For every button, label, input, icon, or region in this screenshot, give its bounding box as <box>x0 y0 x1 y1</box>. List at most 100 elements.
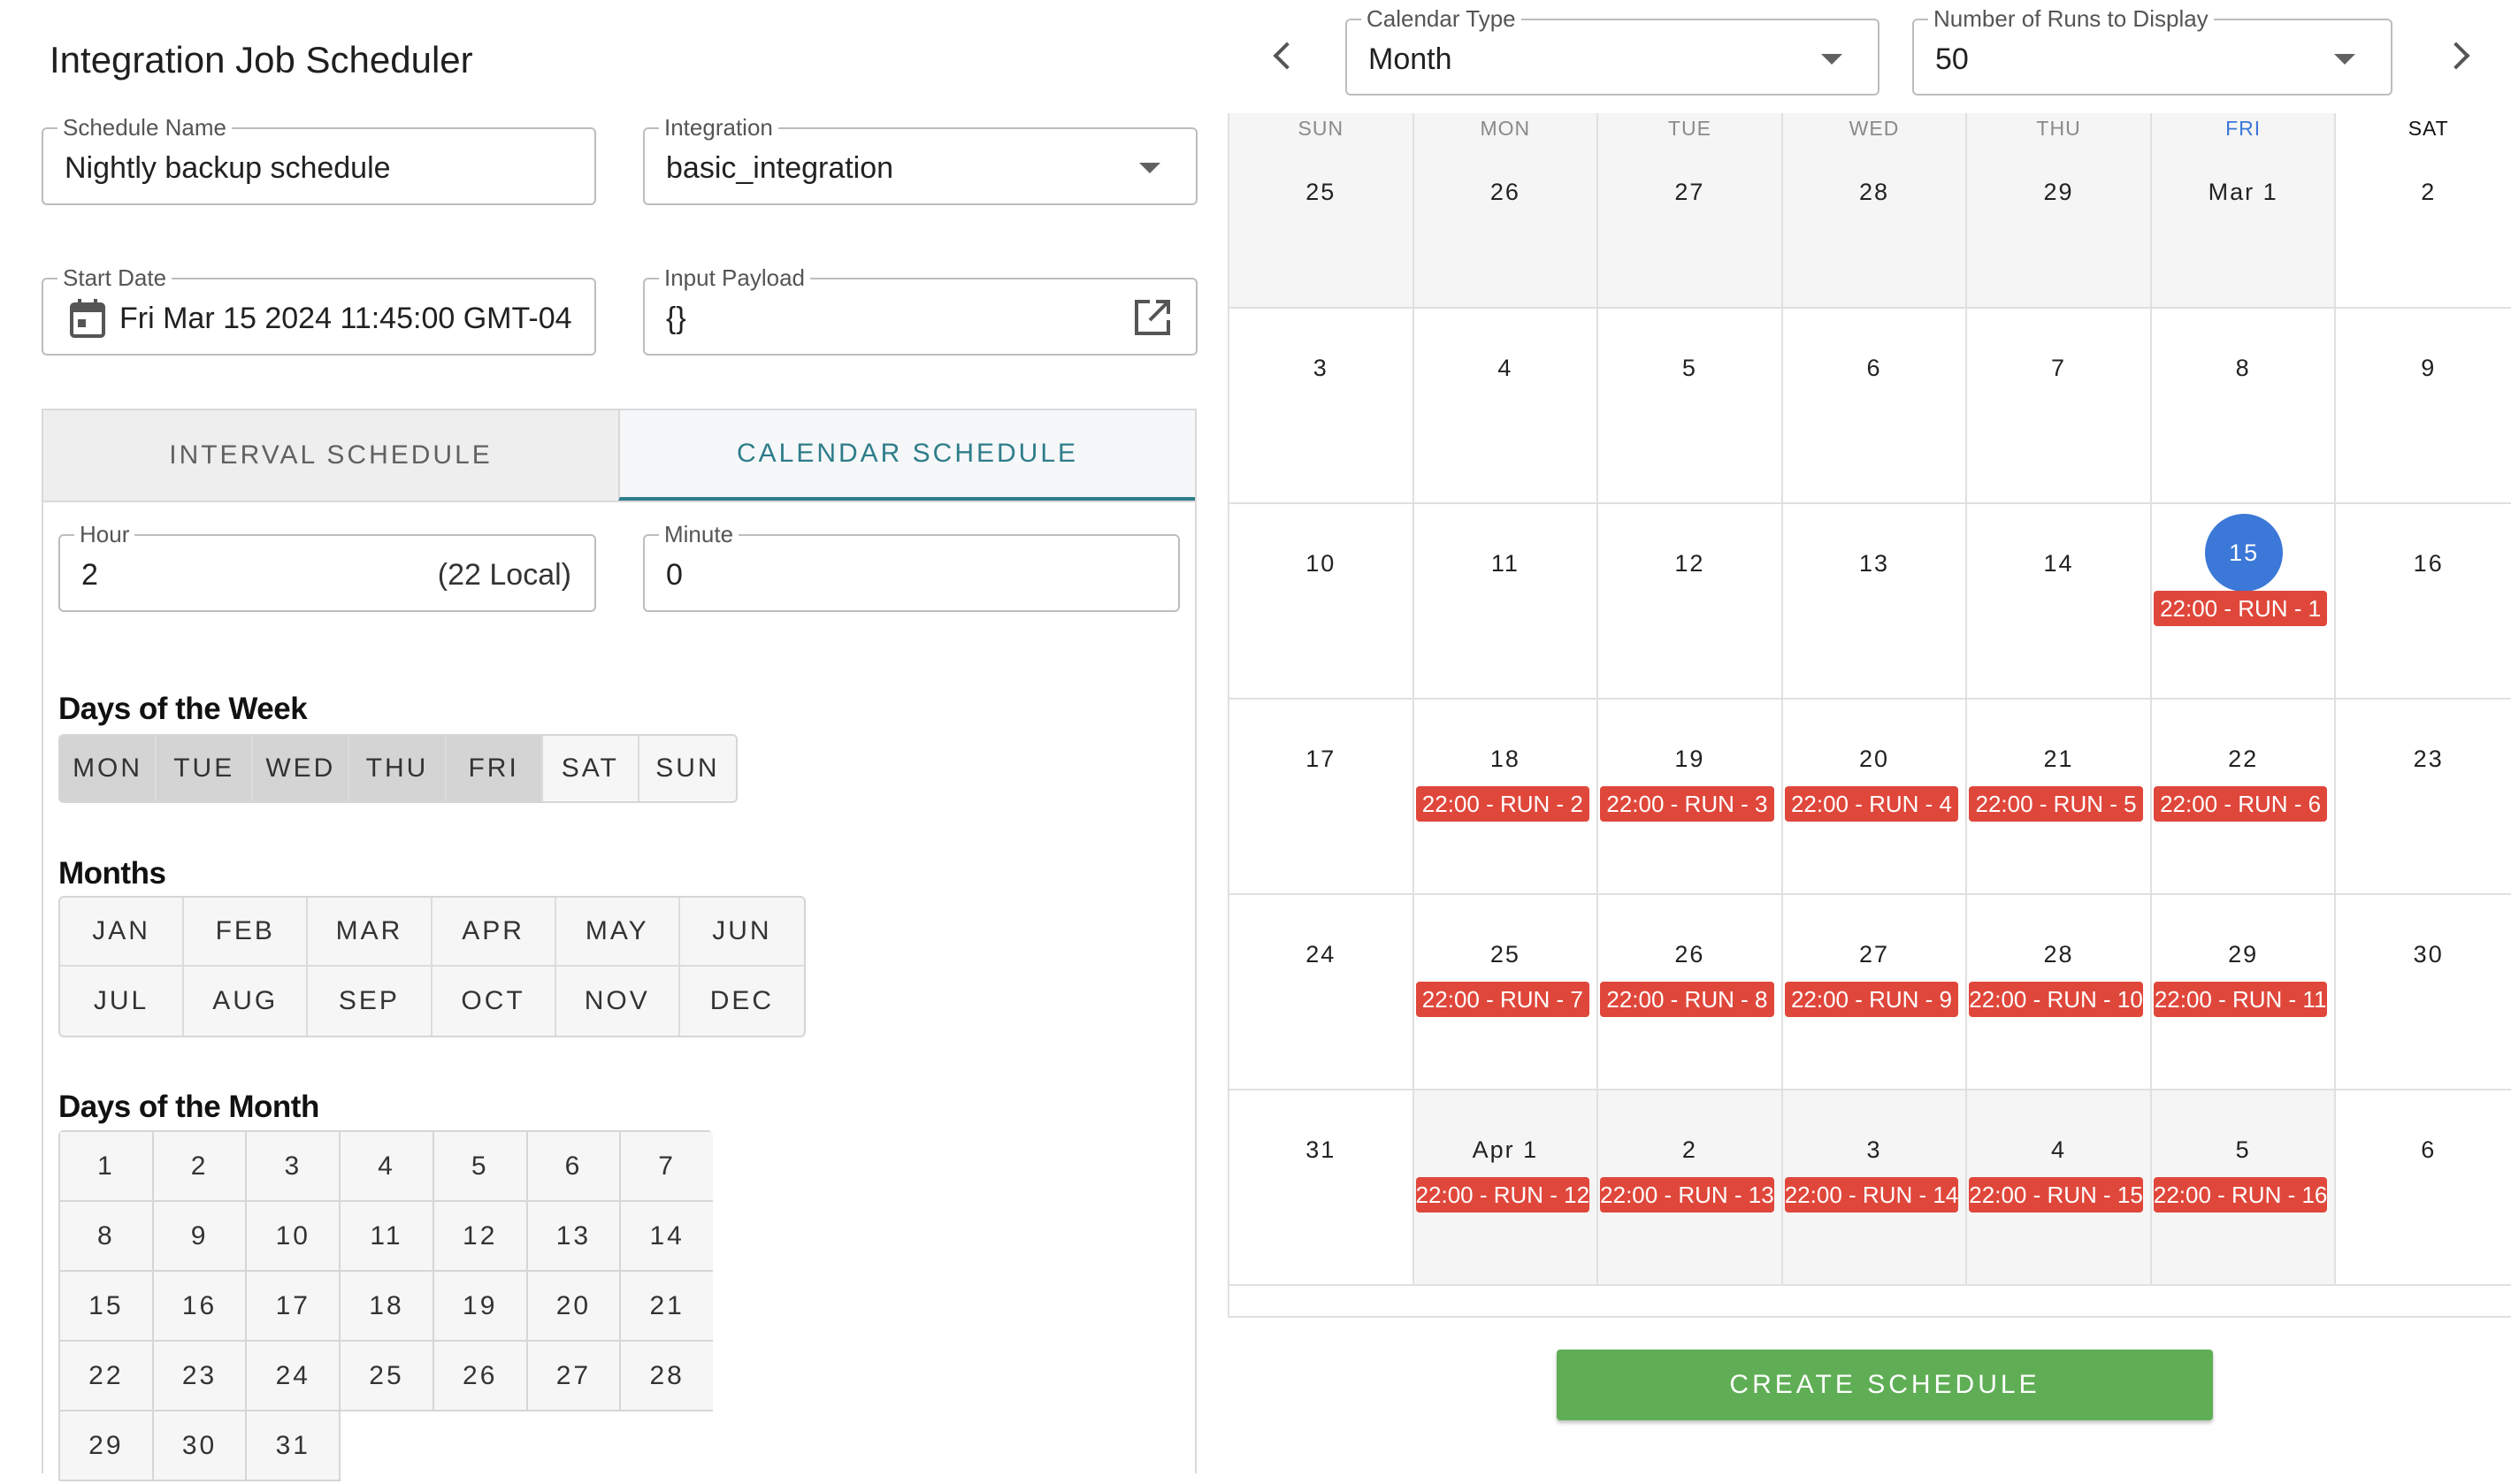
run-event[interactable]: 22:00 - RUN - 7 <box>1415 982 1590 1017</box>
run-event[interactable]: 22:00 - RUN - 4 <box>1784 786 1959 822</box>
calendar-day-cell[interactable]: TUE 27 <box>1598 113 1783 309</box>
run-event[interactable]: 22:00 - RUN - 8 <box>1600 982 1774 1017</box>
create-schedule-button[interactable]: CREATE SCHEDULE <box>1557 1350 2213 1420</box>
day-of-month-toggle-18[interactable]: 18 <box>339 1270 434 1342</box>
month-toggle-dec[interactable]: DEC <box>680 967 804 1036</box>
day-of-month-toggle-14[interactable]: 14 <box>619 1200 713 1272</box>
day-of-month-toggle-26[interactable]: 26 <box>432 1340 528 1411</box>
run-event[interactable]: 22:00 - RUN - 10 <box>1969 982 2143 1017</box>
calendar-day-cell[interactable]: 10 <box>1229 504 1414 700</box>
calendar-day-cell[interactable]: 4 <box>1413 309 1599 504</box>
open-in-new-icon[interactable] <box>1134 299 1171 340</box>
calendar-day-cell[interactable]: 26 22:00 - RUN - 8 <box>1598 895 1783 1090</box>
month-toggle-mar[interactable]: MAR <box>308 898 433 967</box>
hour-field[interactable]: Hour 2 (22 Local) <box>58 521 596 612</box>
month-toggle-feb[interactable]: FEB <box>184 898 309 967</box>
minute-field[interactable]: Minute 0 <box>643 521 1180 612</box>
calendar-day-cell[interactable]: MON 26 <box>1413 113 1599 309</box>
day-of-month-toggle-16[interactable]: 16 <box>151 1270 248 1342</box>
calendar-day-cell[interactable]: 13 <box>1782 504 1968 700</box>
calendar-day-cell[interactable]: 18 22:00 - RUN - 2 <box>1413 700 1599 895</box>
run-event[interactable]: 22:00 - RUN - 3 <box>1600 786 1774 822</box>
run-event[interactable]: 22:00 - RUN - 15 <box>1969 1177 2143 1212</box>
day-of-week-toggle-wed[interactable]: WED <box>253 736 350 801</box>
day-of-week-toggle-sat[interactable]: SAT <box>543 736 639 801</box>
calendar-day-cell[interactable]: 17 <box>1229 700 1414 895</box>
calendar-day-cell[interactable]: 8 <box>2151 309 2337 504</box>
tab-interval-schedule[interactable]: INTERVAL SCHEDULE <box>43 410 618 501</box>
calendar-day-cell[interactable]: 11 <box>1413 504 1599 700</box>
calendar-day-cell[interactable]: 27 22:00 - RUN - 9 <box>1782 895 1968 1090</box>
integration-select[interactable]: Integration basic_integration <box>643 114 1198 205</box>
day-of-month-toggle-1[interactable]: 1 <box>58 1130 154 1202</box>
calendar-day-cell[interactable]: 6 <box>2336 1090 2511 1286</box>
calendar-day-cell[interactable]: SUN 25 <box>1229 113 1414 309</box>
month-toggle-nov[interactable]: NOV <box>556 967 680 1036</box>
calendar-day-cell[interactable]: 19 22:00 - RUN - 3 <box>1598 700 1783 895</box>
run-event[interactable]: 22:00 - RUN - 6 <box>2153 786 2328 822</box>
calendar-day-cell[interactable]: FRI Mar 1 <box>2151 113 2337 309</box>
calendar-day-cell[interactable]: 3 22:00 - RUN - 14 <box>1782 1090 1968 1286</box>
day-of-month-toggle-7[interactable]: 7 <box>619 1130 713 1202</box>
run-event[interactable]: 22:00 - RUN - 16 <box>2153 1177 2328 1212</box>
calendar-day-cell[interactable]: 21 22:00 - RUN - 5 <box>1967 700 2152 895</box>
month-toggle-sep[interactable]: SEP <box>308 967 433 1036</box>
month-toggle-oct[interactable]: OCT <box>433 967 556 1036</box>
start-date-field[interactable]: Start Date Fri Mar 15 2024 11:45:00 GMT-… <box>42 264 596 356</box>
day-of-month-toggle-3[interactable]: 3 <box>245 1130 341 1202</box>
input-payload-field[interactable]: Input Payload {} <box>643 264 1198 356</box>
calendar-day-cell[interactable]: 25 22:00 - RUN - 7 <box>1413 895 1599 1090</box>
run-event[interactable]: 22:00 - RUN - 1 <box>2153 591 2328 626</box>
calendar-day-cell[interactable]: 2 22:00 - RUN - 13 <box>1598 1090 1783 1286</box>
calendar-day-cell[interactable]: 30 <box>2336 895 2511 1090</box>
month-toggle-may[interactable]: MAY <box>555 898 680 967</box>
calendar-day-cell[interactable]: 4 22:00 - RUN - 15 <box>1967 1090 2152 1286</box>
day-of-month-toggle-23[interactable]: 23 <box>151 1340 248 1411</box>
day-of-month-toggle-5[interactable]: 5 <box>432 1130 528 1202</box>
calendar-day-cell[interactable]: 31 <box>1229 1090 1414 1286</box>
run-event[interactable]: 22:00 - RUN - 14 <box>1784 1177 1959 1212</box>
calendar-day-cell[interactable]: 22 22:00 - RUN - 6 <box>2151 700 2337 895</box>
day-of-month-toggle-19[interactable]: 19 <box>432 1270 528 1342</box>
calendar-day-cell[interactable]: 12 <box>1598 504 1783 700</box>
calendar-day-cell[interactable]: 7 <box>1967 309 2152 504</box>
day-of-month-toggle-22[interactable]: 22 <box>58 1340 154 1411</box>
calendar-day-cell[interactable]: Apr 1 22:00 - RUN - 12 <box>1413 1090 1599 1286</box>
month-toggle-jan[interactable]: JAN <box>60 898 185 967</box>
day-of-month-toggle-9[interactable]: 9 <box>151 1200 248 1272</box>
month-toggle-apr[interactable]: APR <box>432 898 556 967</box>
calendar-type-select[interactable]: Calendar Type Month <box>1345 5 1879 96</box>
run-event[interactable]: 22:00 - RUN - 11 <box>2153 982 2328 1017</box>
day-of-month-toggle-8[interactable]: 8 <box>58 1200 154 1272</box>
day-of-month-toggle-20[interactable]: 20 <box>525 1270 622 1342</box>
day-of-month-toggle-29[interactable]: 29 <box>58 1410 154 1481</box>
month-toggle-jul[interactable]: JUL <box>60 967 185 1036</box>
month-toggle-aug[interactable]: AUG <box>184 967 309 1036</box>
day-of-month-toggle-13[interactable]: 13 <box>525 1200 622 1272</box>
run-event[interactable]: 22:00 - RUN - 13 <box>1600 1177 1774 1212</box>
calendar-day-cell[interactable]: WED 28 <box>1782 113 1968 309</box>
day-of-month-toggle-11[interactable]: 11 <box>339 1200 434 1272</box>
day-of-month-toggle-17[interactable]: 17 <box>245 1270 341 1342</box>
day-of-month-toggle-12[interactable]: 12 <box>432 1200 528 1272</box>
tab-calendar-schedule[interactable]: CALENDAR SCHEDULE <box>618 410 1195 501</box>
calendar-day-cell[interactable]: 5 <box>1598 309 1783 504</box>
day-of-week-toggle-thu[interactable]: THU <box>349 736 447 801</box>
previous-month-button[interactable] <box>1270 42 1301 70</box>
calendar-day-cell[interactable]: 29 22:00 - RUN - 11 <box>2151 895 2337 1090</box>
schedule-name-field[interactable]: Schedule Name Nightly backup schedule <box>42 114 596 205</box>
day-of-week-toggle-fri[interactable]: FRI <box>446 736 543 801</box>
day-of-month-toggle-21[interactable]: 21 <box>619 1270 713 1342</box>
runs-to-display-select[interactable]: Number of Runs to Display 50 <box>1912 5 2392 96</box>
calendar-day-cell[interactable]: 14 <box>1967 504 2152 700</box>
day-of-month-toggle-6[interactable]: 6 <box>525 1130 622 1202</box>
calendar-day-cell[interactable]: 3 <box>1229 309 1414 504</box>
run-event[interactable]: 22:00 - RUN - 5 <box>1969 786 2143 822</box>
calendar-day-cell[interactable]: 24 <box>1229 895 1414 1090</box>
day-of-week-toggle-mon[interactable]: MON <box>60 736 157 801</box>
calendar-day-cell[interactable]: 15 22:00 - RUN - 1 <box>2151 504 2337 700</box>
calendar-day-cell[interactable]: THU 29 <box>1967 113 2152 309</box>
run-event[interactable]: 22:00 - RUN - 12 <box>1415 1177 1590 1212</box>
calendar-day-cell[interactable]: 6 <box>1782 309 1968 504</box>
day-of-month-toggle-28[interactable]: 28 <box>619 1340 713 1411</box>
